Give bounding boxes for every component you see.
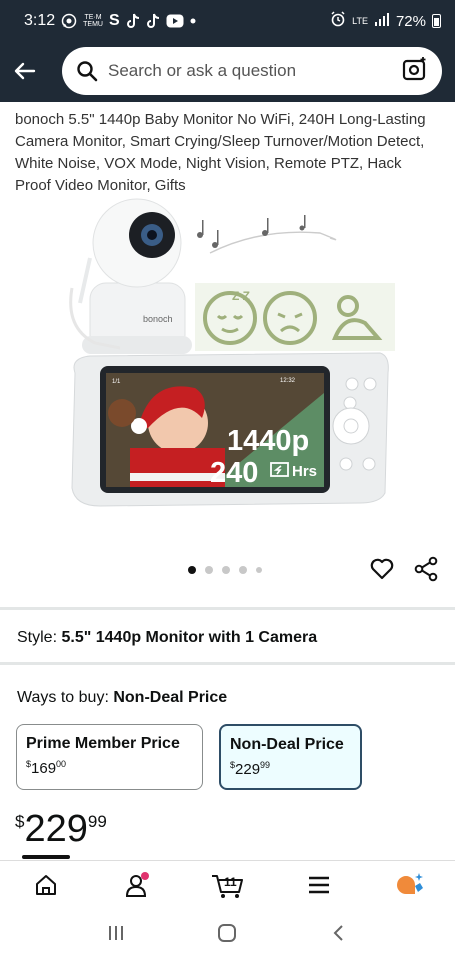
search-icon (77, 61, 98, 82)
option-label: Prime Member Price (26, 735, 180, 752)
rufus-icon (396, 872, 423, 894)
style-value: 5.5" 1440p Monitor with 1 Camera (61, 629, 318, 646)
monitor-illustration: 1/1 12:32 1440p 240 Hrs (71, 352, 389, 507)
image-carousel-indicator[interactable] (188, 566, 262, 574)
music-notes-icon (197, 215, 337, 254)
share-icon (414, 556, 438, 582)
camera-illustration: bonoch (69, 198, 192, 354)
account-icon (125, 871, 149, 897)
lte-icon: LTE (352, 16, 368, 26)
carousel-dot[interactable] (188, 566, 196, 574)
carousel-dot[interactable] (239, 566, 247, 574)
carousel-dot[interactable] (256, 567, 262, 573)
alarm-icon (330, 11, 346, 31)
svg-text:Z Z: Z Z (232, 289, 250, 303)
nav-cart[interactable]: 11 (182, 861, 273, 909)
option-label: Non-Deal Price (230, 736, 344, 753)
search-bar[interactable]: Search or ask a question (62, 47, 442, 95)
bottom-nav: 11 (0, 860, 455, 908)
camera-search-icon (402, 56, 426, 80)
carousel-dot[interactable] (205, 566, 213, 574)
dot-icon (190, 18, 196, 24)
ways-to-buy-value: Non-Deal Price (113, 689, 228, 706)
chevron-left-icon (333, 924, 343, 941)
signal-icon (374, 12, 390, 30)
temu-icon: TE·M TEMU (83, 14, 103, 28)
section-divider (0, 662, 455, 665)
s-icon: S (108, 12, 120, 29)
search-header: Search or ask a question (0, 42, 455, 102)
status-time: 3:12 (24, 12, 56, 29)
recent-apps-button[interactable] (106, 924, 126, 947)
home-icon (35, 874, 56, 895)
camera-search-button[interactable] (402, 56, 428, 87)
home-square-icon (218, 923, 237, 942)
prime-member-price-option[interactable]: Prime Member Price $16900 (16, 724, 203, 790)
ways-to-buy: Ways to buy: Non-Deal Price (17, 689, 227, 707)
back-arrow-icon (14, 62, 36, 80)
svg-text:11: 11 (224, 875, 237, 889)
active-tab-indicator (22, 855, 70, 859)
svg-text:12:32: 12:32 (280, 378, 296, 384)
youtube-icon (166, 14, 184, 28)
product-price: $22999 (15, 808, 107, 851)
recent-apps-icon (108, 925, 123, 940)
battery-percent: 72% (395, 12, 426, 30)
style-label: Style: (17, 629, 58, 646)
menu-icon (308, 876, 329, 893)
back-button[interactable] (10, 56, 40, 86)
smart-detect-icons: Z Z (195, 283, 400, 351)
notification-icons: TE·M TEMU S (61, 12, 196, 30)
carousel-dot[interactable] (222, 566, 230, 574)
cart-icon: 11 (211, 874, 243, 898)
option-price: $22999 (230, 760, 271, 778)
battery-icon (432, 14, 441, 28)
style-selector[interactable]: Style: 5.5" 1440p Monitor with 1 Camera (17, 629, 317, 647)
share-button[interactable] (413, 556, 439, 582)
heart-icon (370, 558, 394, 580)
nav-rufus[interactable] (364, 861, 455, 909)
price-whole: 229 (24, 808, 88, 850)
non-deal-price-option[interactable]: Non-Deal Price $22999 (219, 724, 362, 790)
svg-text:240: 240 (210, 457, 258, 489)
product-title: bonoch 5.5" 1440p Baby Monitor No WiFi, … (15, 111, 426, 194)
system-nav-bar (0, 910, 455, 960)
nav-home[interactable] (0, 861, 91, 909)
price-currency: $ (15, 812, 25, 831)
search-input[interactable]: Search or ask a question (108, 61, 402, 81)
product-image[interactable]: bonoch Z Z 1/1 12:32 1440p 240 Hrs (60, 198, 400, 523)
svg-text:1440p: 1440p (227, 425, 309, 457)
tiktok-icon (126, 13, 140, 29)
price-fraction: 99 (87, 812, 107, 831)
ways-to-buy-label: Ways to buy: (17, 689, 109, 706)
option-price: $16900 (26, 759, 67, 777)
svg-text:1/1: 1/1 (112, 379, 121, 385)
svg-text:Hrs: Hrs (292, 463, 317, 480)
svg-text:bonoch: bonoch (143, 314, 173, 324)
back-system-button[interactable] (329, 923, 349, 948)
wishlist-button[interactable] (369, 556, 395, 582)
home-system-button[interactable] (217, 923, 237, 948)
nav-menu[interactable] (273, 861, 364, 909)
section-divider (0, 607, 455, 610)
nav-account[interactable] (91, 861, 182, 909)
status-bar: 3:12 TE·M TEMU S LTE 72% (0, 0, 455, 42)
tiktok-icon (146, 13, 160, 29)
whatsapp-icon (61, 13, 77, 29)
